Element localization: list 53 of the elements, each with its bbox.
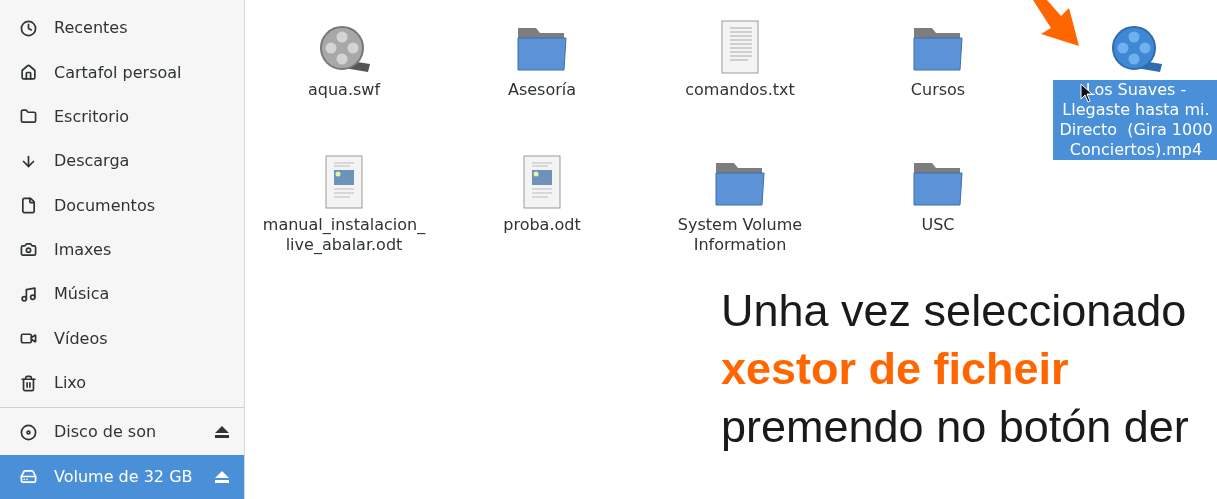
file-name: comandos.txt bbox=[684, 80, 796, 100]
file-item[interactable]: System Volume Information bbox=[641, 135, 839, 270]
home-icon bbox=[20, 64, 37, 82]
sidebar-item[interactable]: Documentos bbox=[0, 183, 244, 228]
slide-text: Unha vez seleccionado bbox=[721, 284, 1188, 338]
sidebar-label: Vídeos bbox=[54, 327, 109, 350]
slide-text: premendo no botón der bbox=[721, 400, 1189, 454]
folder-icon bbox=[20, 108, 37, 126]
file-item[interactable]: USC bbox=[839, 135, 1037, 270]
sidebar-label: Lixo bbox=[54, 372, 88, 395]
document-image-icon bbox=[324, 155, 364, 209]
document-image-icon bbox=[522, 155, 562, 209]
sidebar-item[interactable]: Cartafol persoal bbox=[0, 50, 244, 95]
file-name: System Volume Information bbox=[676, 215, 804, 255]
sidebar-item[interactable]: Disco de son bbox=[0, 410, 244, 455]
sidebar-label: Música bbox=[54, 283, 111, 306]
music-note-icon bbox=[20, 285, 37, 303]
file-item[interactable]: comandos.txt bbox=[641, 0, 839, 135]
eject-icon[interactable] bbox=[214, 425, 230, 440]
trash-icon bbox=[20, 374, 37, 392]
file-item[interactable]: manual_instalacion_ live_abalar.odt bbox=[245, 135, 443, 270]
sidebar-item[interactable]: Lixo bbox=[0, 360, 244, 406]
file-name: manual_instalacion_ live_abalar.odt bbox=[261, 215, 427, 255]
sidebar-label: Volume de 32 GB bbox=[54, 465, 194, 488]
file-name: Asesoría bbox=[506, 80, 578, 100]
file-item[interactable]: aqua.swf bbox=[245, 0, 443, 135]
drive-icon bbox=[20, 468, 37, 486]
file-item[interactable]: Cursos bbox=[839, 0, 1037, 135]
sidebar-label: Escritorio bbox=[54, 105, 131, 128]
clock-icon bbox=[20, 19, 37, 37]
file-name: USC bbox=[920, 215, 956, 235]
sidebar-label: Imaxes bbox=[54, 238, 113, 261]
sidebar-label: Descarga bbox=[54, 150, 131, 173]
sidebar-item[interactable]: Imaxes bbox=[0, 227, 244, 273]
sidebar-item[interactable]: Música bbox=[0, 272, 244, 317]
text-file-icon bbox=[720, 20, 760, 74]
sidebar-item[interactable]: Escritorio bbox=[0, 94, 244, 140]
file-name: aqua.swf bbox=[306, 80, 382, 100]
file-item[interactable]: proba.odt bbox=[443, 135, 641, 270]
disc-icon bbox=[20, 423, 37, 441]
document-icon bbox=[20, 197, 37, 215]
slide-text: xestor de ficheir bbox=[721, 342, 1070, 396]
sidebar-label: Recentes bbox=[54, 17, 129, 40]
sidebar-label: Documentos bbox=[54, 194, 156, 217]
camera-icon bbox=[20, 241, 37, 259]
file-name: proba.odt bbox=[502, 215, 582, 235]
sidebar-label: Disco de son bbox=[54, 421, 158, 444]
file-name: Cursos bbox=[909, 80, 967, 100]
sidebar-item[interactable]: Recentes bbox=[0, 6, 244, 51]
sidebar-item[interactable]: Vídeos bbox=[0, 316, 244, 361]
sidebar-item[interactable]: Descarga bbox=[0, 139, 244, 184]
sidebar-label: Cartafol persoal bbox=[54, 61, 183, 84]
file-item[interactable]: Asesoría bbox=[443, 0, 641, 135]
